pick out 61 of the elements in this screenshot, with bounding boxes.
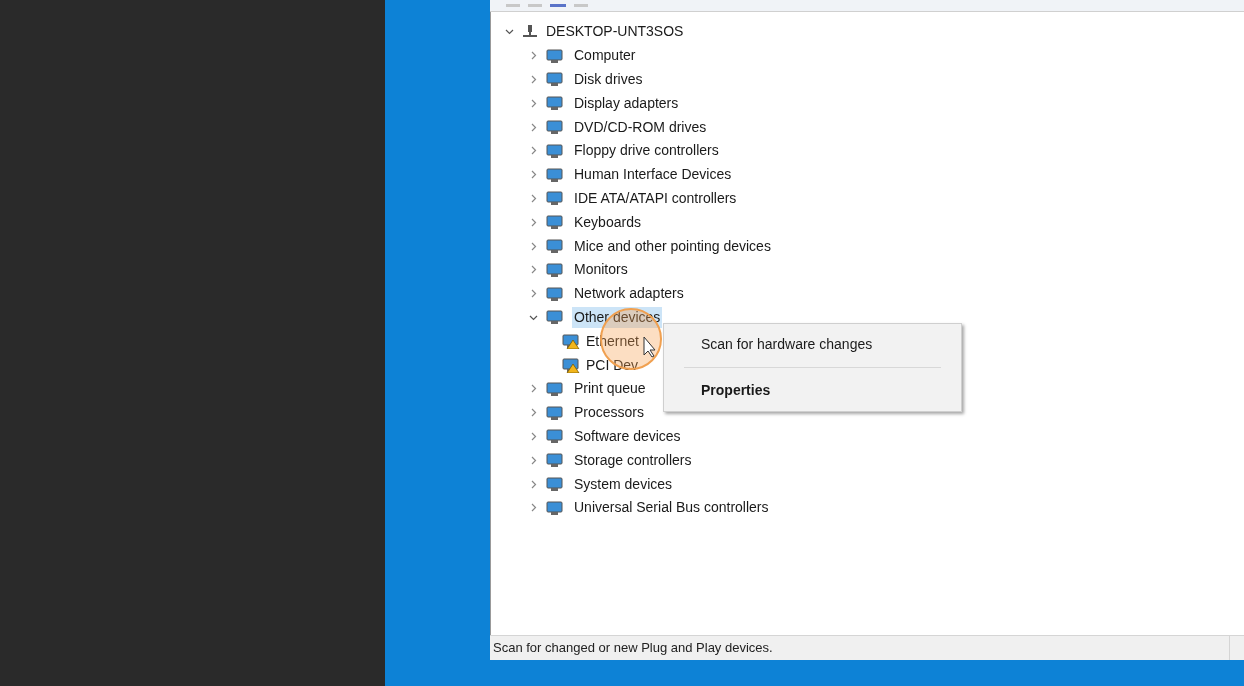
tree-item[interactable]: Human Interface Devices — [572, 164, 734, 186]
chevron-right-icon[interactable] — [529, 193, 538, 203]
tree-item[interactable]: DVD/CD-ROM drives — [572, 116, 709, 138]
tree-item[interactable]: Network adapters — [572, 283, 686, 305]
status-text: Scan for changed or new Plug and Play devices. — [492, 639, 774, 658]
tree-item[interactable]: Storage controllers — [572, 449, 694, 471]
chevron-right-icon[interactable] — [529, 51, 538, 61]
device-icon — [546, 452, 564, 469]
tree-item[interactable]: Processors — [572, 402, 647, 424]
device-icon — [546, 309, 564, 326]
tree-item[interactable]: Mice and other pointing devices — [572, 235, 773, 257]
device-icon — [546, 95, 564, 112]
tree-item[interactable]: Software devices — [572, 425, 683, 447]
chevron-right-icon[interactable] — [529, 431, 538, 441]
chevron-right-icon[interactable] — [529, 384, 538, 394]
menu-item[interactable]: Scan for hardware changes — [664, 328, 961, 361]
warning-device-icon — [562, 333, 580, 350]
tree-item[interactable]: DESKTOP-UNT3SOS — [546, 21, 684, 43]
chevron-right-icon[interactable] — [529, 289, 538, 299]
chevron-right-icon[interactable] — [529, 122, 538, 132]
device-icon — [546, 47, 564, 64]
device-icon — [546, 261, 564, 278]
menu-item[interactable]: Properties — [664, 374, 961, 407]
tree-item[interactable]: Keyboards — [572, 211, 643, 233]
chevron-right-icon[interactable] — [529, 503, 538, 513]
device-icon — [546, 119, 564, 136]
tree-item[interactable]: System devices — [572, 473, 675, 495]
device-icon — [546, 190, 564, 207]
tree-item[interactable]: Display adapters — [572, 92, 681, 114]
cursor-icon — [643, 336, 656, 358]
chevron-right-icon[interactable] — [529, 170, 538, 180]
device-icon — [546, 404, 564, 421]
tree-item[interactable]: Floppy drive controllers — [572, 140, 721, 162]
chevron-down-icon[interactable] — [505, 27, 514, 37]
chevron-right-icon[interactable] — [529, 479, 538, 489]
chevron-right-icon[interactable] — [529, 455, 538, 465]
device-icon — [546, 71, 564, 88]
tree-item[interactable]: Disk drives — [572, 69, 645, 90]
device-icon — [546, 142, 564, 159]
device-icon — [546, 499, 564, 516]
device-icon — [546, 428, 564, 445]
warning-device-icon — [562, 357, 580, 374]
device-icon — [546, 476, 564, 493]
chevron-right-icon[interactable] — [529, 217, 538, 227]
chevron-right-icon[interactable] — [529, 98, 538, 108]
tree-item[interactable]: Print queue — [572, 378, 648, 400]
device-icon — [546, 214, 564, 231]
tree-item[interactable]: Computer — [572, 45, 638, 67]
computer-network-icon — [522, 23, 538, 40]
chevron-right-icon[interactable] — [529, 241, 538, 251]
device-icon — [546, 238, 564, 255]
chevron-right-icon[interactable] — [529, 265, 538, 275]
chevron-right-icon[interactable] — [529, 408, 538, 418]
chevron-right-icon[interactable] — [529, 146, 538, 156]
device-icon — [546, 166, 564, 183]
tree-item[interactable]: Universal Serial Bus controllers — [572, 497, 771, 519]
chevron-right-icon[interactable] — [529, 75, 538, 84]
device-icon — [546, 285, 564, 302]
device-icon — [546, 380, 564, 397]
tree-item[interactable]: IDE ATA/ATAPI controllers — [572, 187, 739, 209]
tree-item[interactable]: Monitors — [572, 259, 630, 281]
